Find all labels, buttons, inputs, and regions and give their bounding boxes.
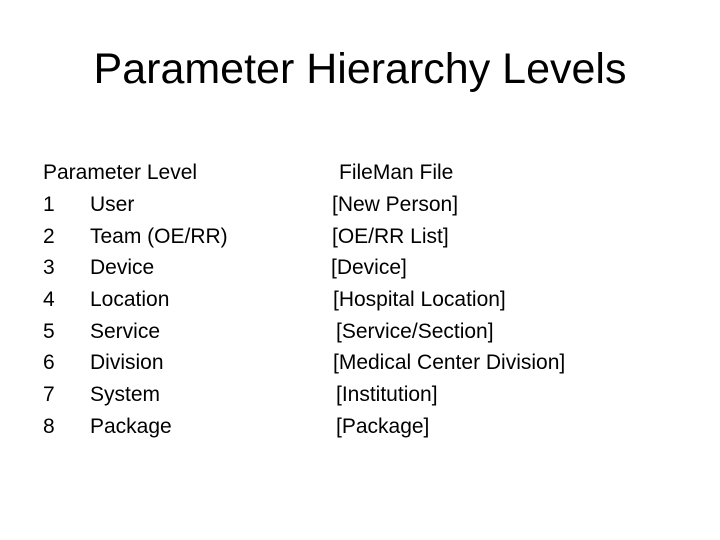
level-number: 2 — [43, 225, 55, 248]
level-number: 7 — [43, 383, 55, 406]
level-name: Package — [90, 415, 172, 438]
level-name: Division — [90, 351, 164, 374]
fileman-file: [Institution] — [336, 383, 438, 406]
fileman-file: [Hospital Location] — [333, 288, 506, 311]
level-name: Location — [90, 288, 170, 311]
level-number: 1 — [43, 193, 55, 216]
level-number: 3 — [43, 256, 55, 279]
level-name: System — [90, 383, 161, 406]
level-number: 5 — [43, 320, 55, 343]
fileman-file: [Package] — [336, 415, 430, 438]
slide-title: Parameter Hierarchy Levels — [93, 45, 627, 93]
level-number: 8 — [43, 415, 55, 438]
fileman-file: [Service/Section] — [336, 320, 494, 343]
parameter-level-header: Parameter Level — [43, 161, 198, 184]
level-name: User — [90, 193, 135, 216]
fileman-file: [Medical Center Division] — [333, 351, 566, 374]
level-number: 4 — [43, 288, 55, 311]
level-name: Device — [90, 256, 155, 279]
level-number: 6 — [43, 351, 55, 374]
fileman-file: [OE/RR List] — [332, 225, 449, 248]
level-name: Team (OE/RR) — [90, 225, 228, 248]
level-name: Service — [90, 320, 161, 343]
fileman-file: [New Person] — [332, 193, 459, 216]
fileman-file-header: FileMan File — [339, 161, 454, 184]
fileman-file: [Device] — [331, 256, 407, 279]
